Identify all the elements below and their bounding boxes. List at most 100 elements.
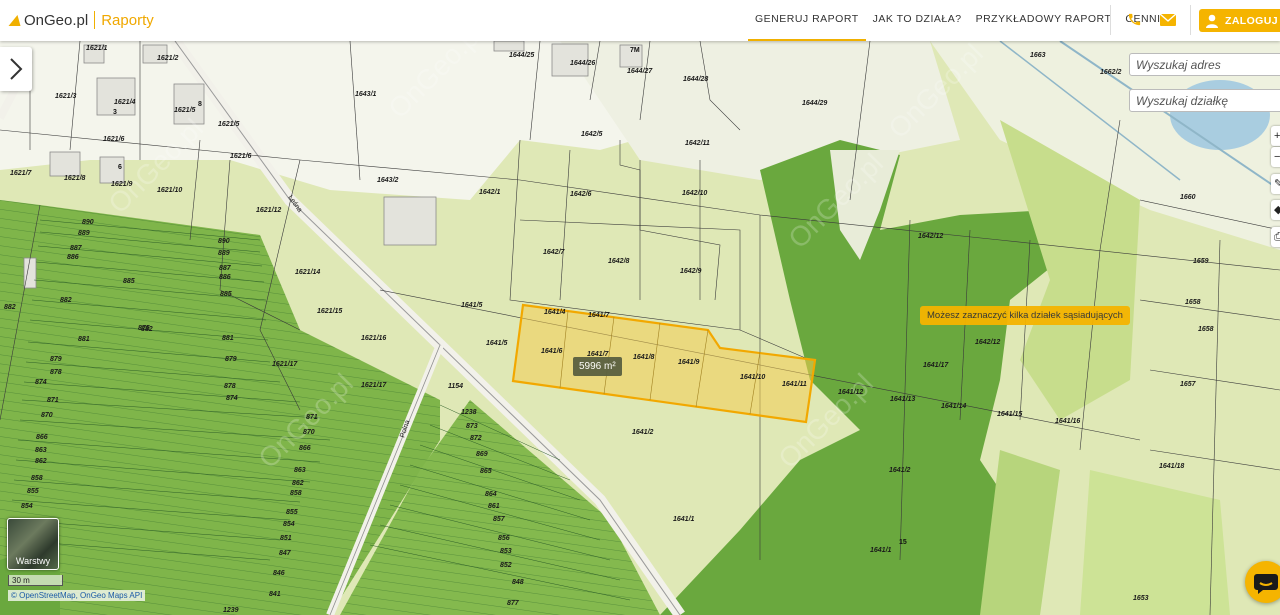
address-search-input[interactable] xyxy=(1129,53,1280,76)
layers-switcher[interactable]: Warstwy xyxy=(7,518,59,570)
parcel-label: 1644/25 xyxy=(509,52,534,59)
parcel-label: 1663 xyxy=(1030,52,1046,59)
zoom-in-button[interactable]: + xyxy=(1271,126,1280,146)
parcel-label: 1641/16 xyxy=(1055,418,1080,425)
parcel-label: 886 xyxy=(67,254,79,261)
parcel-label: 877 xyxy=(507,600,520,607)
parcel-label: 1621/17 xyxy=(361,382,387,389)
parcel-label: 1621/10 xyxy=(157,187,182,194)
parcel-label: 878 xyxy=(50,369,62,376)
parcel-label: 1643/2 xyxy=(377,177,399,184)
parcel-label: 882 xyxy=(4,304,16,311)
parcel-label: 866 xyxy=(299,445,311,452)
ongeo-logo[interactable]: OnGeo.pl Raporty xyxy=(8,11,154,29)
parcel-label: 1642/7 xyxy=(543,249,566,256)
parcel-label: 1641/14 xyxy=(941,403,966,410)
parcel-label: 1621/8 xyxy=(64,175,86,182)
selected-area-label: 5996 m² xyxy=(573,357,622,376)
parcel-label: 855 xyxy=(286,509,298,516)
parcel-map[interactable]: OnGeo.pl OnGeo.pl OnGeo.pl OnGeo.pl OnGe… xyxy=(0,41,1280,615)
parcel-label: 1621/5 xyxy=(218,121,240,128)
parcel-label: 841 xyxy=(269,591,281,598)
parcel-label: 871 xyxy=(47,397,59,404)
parcel-label: 862 xyxy=(35,458,47,465)
parcel-label: 1641/8 xyxy=(633,354,655,361)
parcel-label: 864 xyxy=(485,491,497,498)
sidebar-toggle-button[interactable] xyxy=(0,47,32,91)
chat-button[interactable] xyxy=(1245,561,1280,603)
parcel-label: 1641/11 xyxy=(782,381,807,388)
parcel-label: 1239 xyxy=(223,607,239,614)
parcel-label: 1657 xyxy=(1180,381,1197,388)
parcel-label: 852 xyxy=(500,562,512,569)
parcel-search-input[interactable] xyxy=(1129,89,1280,112)
parcel-label: 881 xyxy=(222,335,234,342)
parcel-label: 1642/12 xyxy=(918,233,943,240)
parcel-label: 873 xyxy=(466,423,478,430)
brand-subtitle: Raporty xyxy=(101,11,154,29)
parcel-label: 854 xyxy=(21,503,33,510)
parcel-label: 1641/17 xyxy=(923,362,949,369)
parcel-label: 1644/26 xyxy=(570,60,595,67)
parcel-label: 862 xyxy=(292,480,304,487)
parcel-label: 1621/17 xyxy=(272,361,298,368)
nav-how-it-works[interactable]: JAK TO DZIAŁA? xyxy=(866,0,969,39)
building-number: 6 xyxy=(118,164,122,171)
main-nav: GENERUJ RAPORT JAK TO DZIAŁA? PRZYKŁADOW… xyxy=(748,0,1175,41)
parcel-label: 1641/5 xyxy=(486,340,508,347)
parcel-label: 1642/9 xyxy=(680,268,702,275)
parcel-label: 879 xyxy=(50,356,62,363)
layers-label: Warstwy xyxy=(15,556,51,566)
logo-mark-icon xyxy=(8,14,24,26)
parcel-label: 858 xyxy=(290,490,302,497)
parcel-label: 1621/15 xyxy=(317,308,342,315)
parcel-label: 1641/13 xyxy=(890,396,915,403)
parcel-label: 1644/29 xyxy=(802,100,827,107)
parcel-label: 857 xyxy=(493,516,506,523)
nav-generate-report[interactable]: GENERUJ RAPORT xyxy=(748,0,866,41)
parcel-label: 887 xyxy=(70,245,83,252)
parcel-label: 866 xyxy=(36,434,48,441)
parcel-label: 1642/8 xyxy=(608,258,630,265)
parcel-label: 1642/12 xyxy=(975,339,1000,346)
parcel-label: 1641/1 xyxy=(673,516,695,523)
parcel-label: 855 xyxy=(27,488,39,495)
nav-divider xyxy=(1190,5,1191,35)
parcel-label: 1658 xyxy=(1198,326,1214,333)
parcel-label: 890 xyxy=(82,219,94,226)
parcel-label: 1154 xyxy=(448,383,463,390)
parcel-label: 1641/7 xyxy=(588,312,611,319)
parcel-label: 846 xyxy=(273,570,285,577)
parcel-label: 858 xyxy=(31,475,43,482)
parcel-label: 1641/15 xyxy=(997,411,1022,418)
parcel-label: 1644/28 xyxy=(683,76,708,83)
parcel-label: 854 xyxy=(283,521,295,528)
parcel-label: 885 xyxy=(123,278,135,285)
parcel-label: 1642/10 xyxy=(682,190,707,197)
parcel-label: 1644/27 xyxy=(627,68,653,75)
parcel-label: 1641/5 xyxy=(461,302,483,309)
parcel-label: 863 xyxy=(35,447,47,454)
print-tool-icon[interactable]: ⎙ xyxy=(1271,227,1280,247)
parcel-label: 1621/2 xyxy=(157,55,179,62)
layers-tool-icon[interactable]: ◆ xyxy=(1271,200,1280,220)
parcel-label: 875 xyxy=(138,325,150,332)
parcel-label: 861 xyxy=(488,503,500,510)
parcel-label: 1641/6 xyxy=(541,348,563,355)
mail-icon[interactable] xyxy=(1160,14,1176,26)
parcel-label: 856 xyxy=(498,535,510,542)
chat-icon xyxy=(1254,574,1278,594)
measure-tool-icon[interactable]: ✎ xyxy=(1271,174,1280,194)
zoom-out-button[interactable]: − xyxy=(1271,147,1280,167)
building-number: 3 xyxy=(113,109,117,116)
login-button[interactable]: ZALOGUJ SI xyxy=(1199,9,1280,32)
user-icon xyxy=(1206,14,1218,28)
nav-sample-report[interactable]: PRZYKŁADOWY RAPORT xyxy=(969,0,1119,39)
parcel-label: 1641/10 xyxy=(740,374,765,381)
parcel-label: 863 xyxy=(294,467,306,474)
map-attribution[interactable]: © OpenStreetMap, OnGeo Maps API xyxy=(8,590,146,601)
nav-divider xyxy=(1110,5,1111,35)
phone-icon[interactable] xyxy=(1127,12,1142,27)
parcel-label: 1658 xyxy=(1185,299,1201,306)
parcel-label: 1641/9 xyxy=(678,359,700,366)
